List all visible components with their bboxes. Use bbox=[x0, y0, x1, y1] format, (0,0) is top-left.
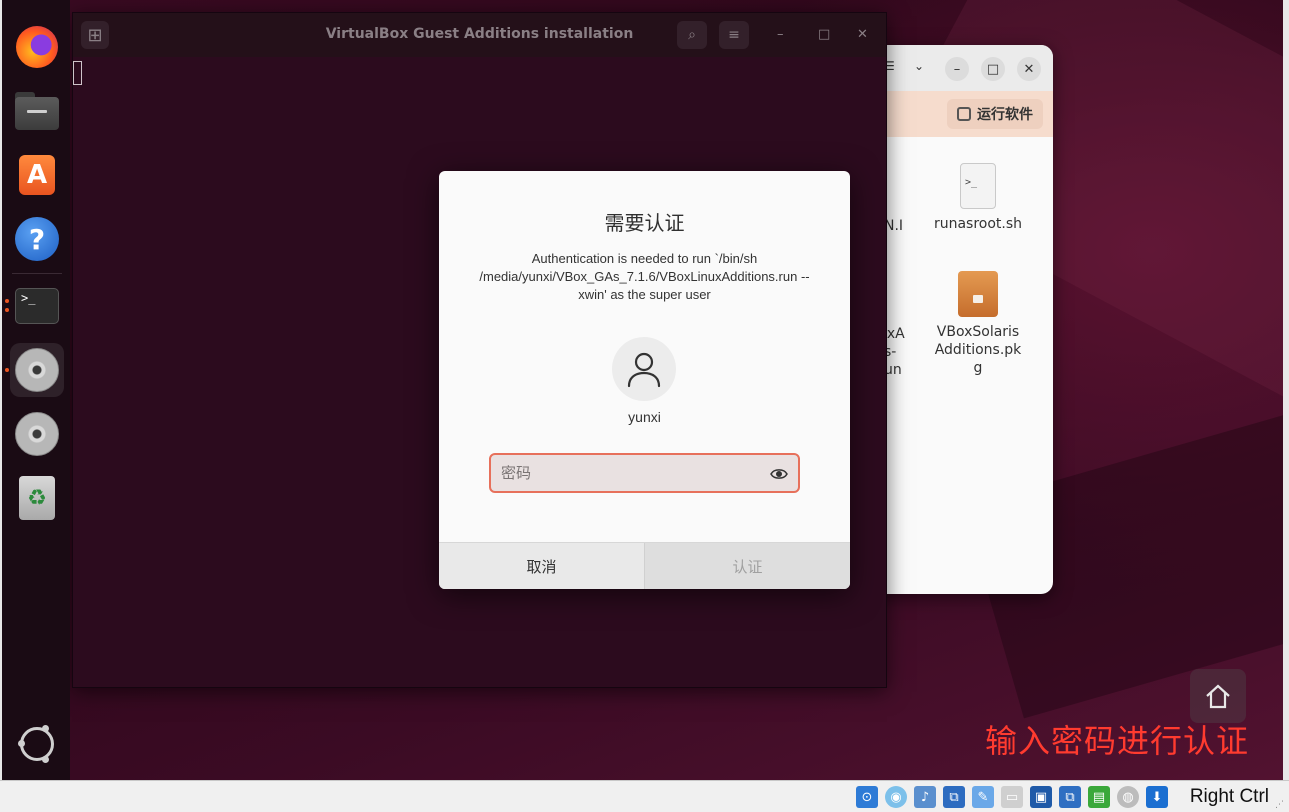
file-name: VBoxSolarisAdditions.pkg bbox=[934, 324, 1022, 376]
dialog-button-row: 取消 认证 bbox=[439, 542, 850, 589]
run-icon bbox=[957, 107, 971, 121]
dock-help[interactable]: ? bbox=[10, 212, 64, 266]
password-field-container bbox=[489, 453, 800, 493]
display-icon[interactable]: ▣ bbox=[1030, 786, 1052, 808]
dock-vbox-disc-2[interactable] bbox=[10, 407, 64, 461]
host-key-arrow-icon[interactable]: ⬇ bbox=[1146, 786, 1168, 808]
minimize-button[interactable]: – bbox=[945, 57, 969, 81]
dock-terminal[interactable]: >_ bbox=[10, 279, 64, 333]
host-key-label: Right Ctrl bbox=[1189, 786, 1269, 807]
file-item[interactable]: >_ runasroot.sh bbox=[933, 163, 1023, 233]
home-icon bbox=[1206, 684, 1230, 709]
dock-show-apps[interactable] bbox=[10, 717, 64, 771]
trash-icon: ♻ bbox=[19, 476, 55, 520]
terminal-title: VirtualBox Guest Additions installation bbox=[325, 26, 634, 42]
dock-trash[interactable]: ♻ bbox=[10, 471, 64, 525]
recording-icon[interactable]: ⧉ bbox=[1059, 786, 1081, 808]
close-button[interactable]: ✕ bbox=[1017, 57, 1041, 81]
terminal-icon: >_ bbox=[15, 288, 59, 324]
audio-icon[interactable]: ♪ bbox=[914, 786, 936, 808]
authenticate-button[interactable]: 认证 bbox=[645, 543, 850, 589]
run-software-label: 运行软件 bbox=[977, 107, 1033, 123]
cancel-button[interactable]: 取消 bbox=[439, 543, 645, 589]
dialog-message: Authentication is needed to run `/bin/sh… bbox=[479, 251, 810, 302]
file-name: runasroot.sh bbox=[933, 216, 1023, 232]
shared-folders-icon[interactable]: ▭ bbox=[1001, 786, 1023, 808]
hamburger-menu-icon[interactable]: ≡ bbox=[719, 21, 749, 49]
close-button[interactable]: ✕ bbox=[857, 27, 868, 42]
running-indicator bbox=[5, 368, 9, 372]
show-password-eye-icon[interactable] bbox=[770, 465, 788, 483]
minimize-button[interactable]: – bbox=[777, 27, 784, 42]
file-item[interactable]: VBoxSolarisAdditions.pkg bbox=[933, 271, 1023, 377]
maximize-button[interactable]: □ bbox=[818, 27, 830, 42]
app-center-icon: A bbox=[19, 155, 55, 195]
files-icon bbox=[15, 92, 59, 130]
dock-files[interactable] bbox=[10, 84, 64, 138]
resize-grip-icon[interactable]: ⋰ bbox=[1275, 800, 1285, 810]
dock-separator bbox=[12, 273, 62, 274]
vm-frame bbox=[1283, 0, 1289, 780]
dialog-title: 需要认证 bbox=[604, 211, 685, 235]
run-software-button[interactable]: 运行软件 bbox=[947, 99, 1043, 129]
username-label: yunxi bbox=[628, 409, 661, 425]
terminal-header: ⊞ VirtualBox Guest Additions installatio… bbox=[73, 13, 886, 57]
mouse-integration-icon[interactable]: ◍ bbox=[1117, 786, 1139, 808]
cpu-activity-icon[interactable]: ▤ bbox=[1088, 786, 1110, 808]
auth-dialog: 需要认证 Authentication is needed to run `/b… bbox=[439, 171, 850, 589]
ubuntu-logo-icon bbox=[18, 725, 54, 763]
optical-drive-icon[interactable]: ◉ bbox=[885, 786, 907, 808]
ubuntu-dock: A ? >_ ♻ bbox=[2, 0, 70, 780]
avatar bbox=[612, 337, 676, 401]
running-indicator bbox=[5, 308, 9, 312]
dock-app-center[interactable]: A bbox=[10, 148, 64, 202]
vm-frame bbox=[0, 0, 2, 780]
package-icon bbox=[958, 271, 998, 317]
shell-script-icon: >_ bbox=[960, 163, 996, 209]
user-icon bbox=[627, 352, 661, 388]
optical-disc-icon bbox=[15, 412, 59, 456]
help-icon: ? bbox=[15, 217, 59, 261]
usb-icon[interactable]: ✎ bbox=[972, 786, 994, 808]
dock-firefox[interactable] bbox=[10, 20, 64, 74]
optical-disc-icon bbox=[15, 348, 59, 392]
chevron-down-icon[interactable]: ⌄ bbox=[914, 59, 924, 73]
hard-disk-icon[interactable]: ⊙ bbox=[856, 786, 878, 808]
search-icon[interactable]: ⌕ bbox=[677, 21, 707, 49]
firefox-icon bbox=[16, 26, 58, 68]
maximize-button[interactable]: □ bbox=[981, 57, 1005, 81]
network-icon[interactable]: ⧉ bbox=[943, 786, 965, 808]
virtualbox-status-bar: ⊙ ◉ ♪ ⧉ ✎ ▭ ▣ ⧉ ▤ ◍ ⬇ Right Ctrl ⋰ bbox=[0, 780, 1289, 812]
password-input[interactable] bbox=[501, 462, 761, 484]
terminal-cursor bbox=[73, 61, 82, 85]
vm-display: ☰ ⌄ – □ ✕ 运行软件 N.I uxA s- un >_ runasroo… bbox=[2, 0, 1283, 780]
annotation-text: 输入密码进行认证 bbox=[984, 722, 1249, 760]
home-folder-icon[interactable] bbox=[1190, 669, 1246, 723]
running-indicator bbox=[5, 299, 9, 303]
dock-vbox-disc-1[interactable] bbox=[10, 343, 64, 397]
